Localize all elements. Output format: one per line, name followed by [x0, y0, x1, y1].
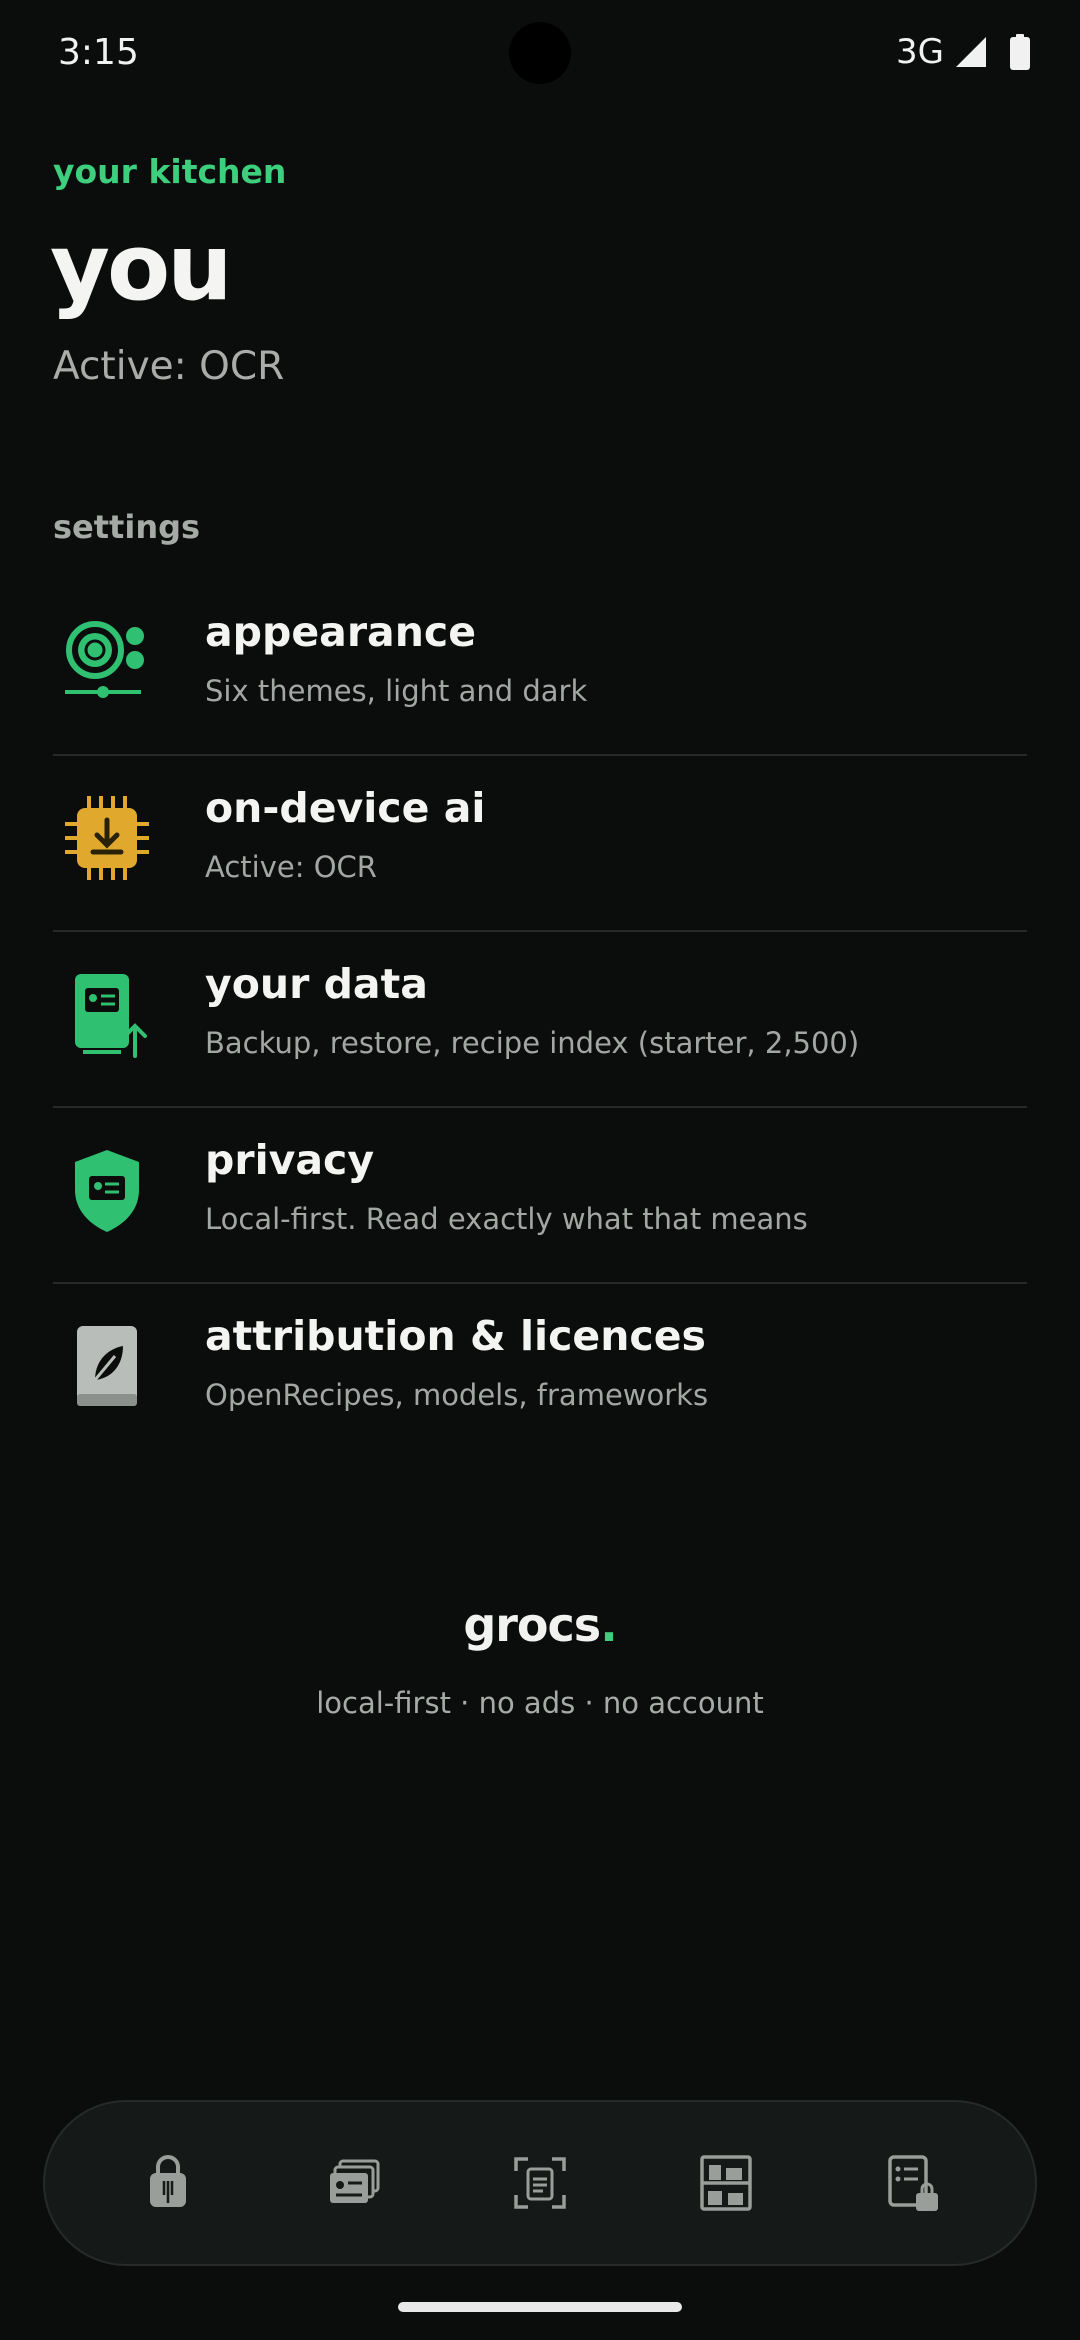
pantry-shelf-icon: [700, 2155, 752, 2211]
shopping-bag-icon: [150, 2155, 186, 2207]
settings-item-subtitle: Backup, restore, recipe index (starter, …: [205, 1026, 860, 1060]
settings-item-attribution[interactable]: attribution & licences OpenRecipes, mode…: [53, 1284, 1027, 1460]
section-kicker: your kitchen: [53, 152, 287, 191]
brand-name: grocs: [463, 1598, 601, 1652]
nav-item-list[interactable]: [852, 2123, 972, 2243]
recipe-cards-icon: [330, 2159, 380, 2203]
settings-item-subtitle: Active: OCR: [205, 850, 377, 884]
settings-item-on-device-ai[interactable]: on-device ai Active: OCR: [53, 756, 1027, 932]
settings-item-title: attribution & licences: [205, 1312, 706, 1360]
screen: 3:15 3G your kitchen you Active: OCR set…: [0, 0, 1080, 2340]
status-bar: 3:15 3G: [0, 0, 1080, 110]
nav-item-scan[interactable]: [480, 2123, 600, 2243]
settings-item-subtitle: Six themes, light and dark: [205, 674, 588, 708]
settings-item-privacy[interactable]: privacy Local-first. Read exactly what t…: [53, 1108, 1027, 1284]
network-type: 3G: [896, 32, 944, 72]
settings-item-subtitle: Local-first. Read exactly what that mean…: [205, 1202, 808, 1236]
signal-icon: [956, 37, 986, 67]
settings-item-subtitle: OpenRecipes, models, frameworks: [205, 1378, 709, 1412]
nav-item-shopping[interactable]: [108, 2123, 228, 2243]
shield-icon: [75, 1150, 139, 1232]
scan-icon: [514, 2157, 566, 2209]
settings-item-appearance[interactable]: appearance Six themes, light and dark: [53, 580, 1027, 756]
list-bag-icon: [888, 2155, 938, 2211]
status-indicators: 3G: [896, 32, 1030, 72]
data-card-icon: [75, 974, 147, 1058]
tagline: local-first · no ads · no account: [316, 1686, 764, 1720]
palette-icon: [65, 621, 144, 698]
camera-cutout: [509, 22, 571, 84]
nav-item-pantry[interactable]: [666, 2123, 786, 2243]
settings-item-title: privacy: [205, 1136, 375, 1184]
bottom-nav: [43, 2100, 1037, 2266]
active-status: Active: OCR: [53, 344, 285, 389]
settings-section-label: settings: [53, 508, 201, 546]
home-indicator: [398, 2302, 682, 2312]
book-leaf-icon: [77, 1326, 137, 1406]
chip-download-icon: [65, 796, 149, 880]
nav-item-recipes[interactable]: [294, 2123, 414, 2243]
settings-item-title: appearance: [205, 608, 477, 656]
battery-icon: [1010, 34, 1030, 70]
settings-item-title: your data: [205, 960, 428, 1008]
settings-item-your-data[interactable]: your data Backup, restore, recipe index …: [53, 932, 1027, 1108]
brand-dot: .: [600, 1598, 618, 1652]
status-time: 3:15: [58, 32, 139, 73]
brand-logo: grocs.: [0, 1598, 1080, 1652]
settings-item-title: on-device ai: [205, 784, 486, 832]
page-title: you: [50, 214, 233, 321]
settings-list: appearance Six themes, light and dark on…: [53, 580, 1027, 1460]
